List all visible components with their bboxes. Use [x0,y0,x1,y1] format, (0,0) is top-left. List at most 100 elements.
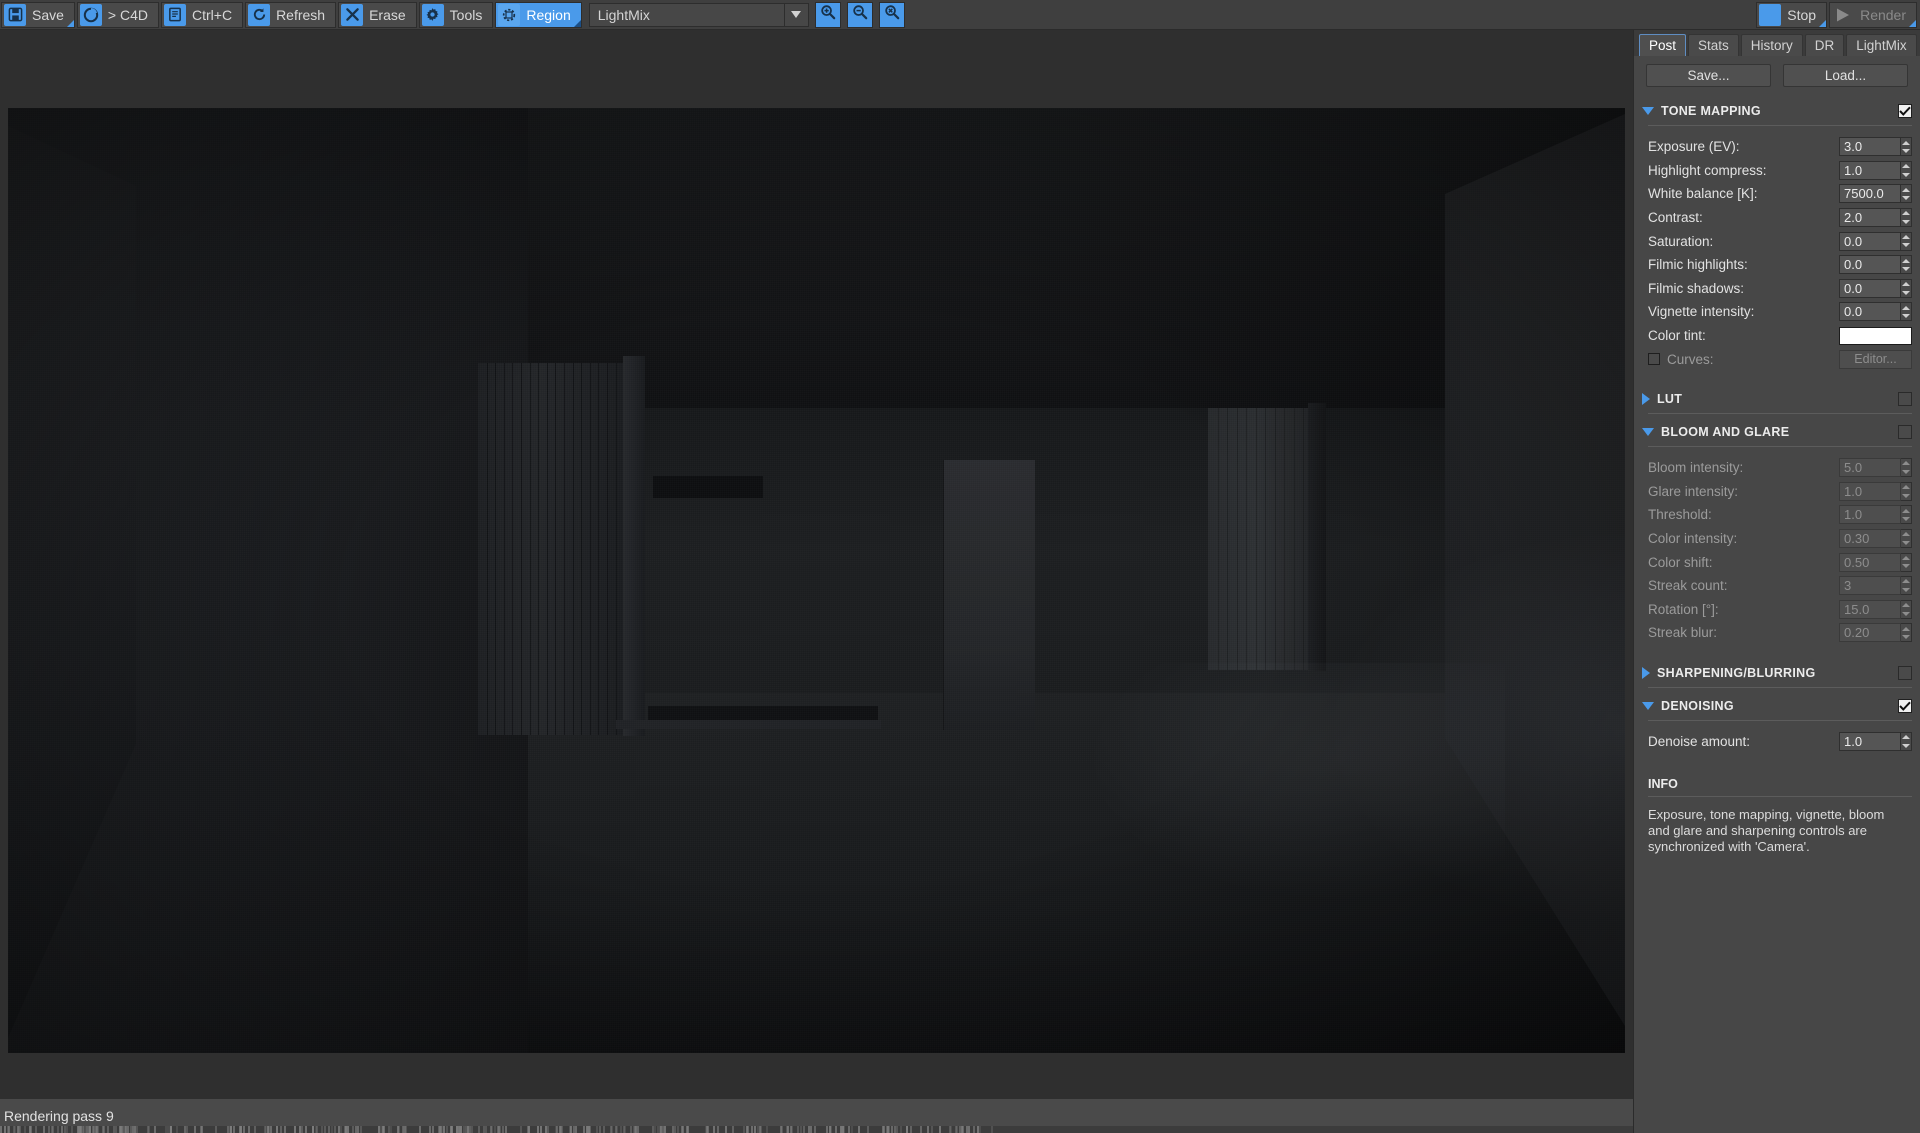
render-viewport[interactable] [0,30,1633,1099]
highlight-compress-input[interactable]: 1.0 [1839,160,1901,180]
region-button[interactable]: Region [495,1,582,28]
streak-count-stepper[interactable] [1901,576,1912,596]
contrast-input[interactable]: 2.0 [1839,208,1901,228]
progress-tick [81,1126,84,1133]
color-tint-swatch[interactable] [1839,326,1912,345]
progress-tick [654,1126,657,1133]
progress-tick [432,1126,435,1133]
progress-tick [107,1126,110,1133]
progress-tick [383,1126,386,1133]
section-header-denoising[interactable]: DENOISING [1634,693,1920,715]
tab-history[interactable]: History [1740,34,1803,56]
tab-dr[interactable]: DR [1804,34,1845,56]
section-enable-checkbox[interactable] [1898,104,1912,118]
progress-tick [848,1126,851,1133]
highlight-compress-stepper[interactable] [1901,160,1912,180]
vignette-intensity-stepper[interactable] [1901,302,1912,322]
zoom-in-button[interactable] [814,1,841,28]
erase-button[interactable]: Erase [338,1,417,28]
setting-label: White balance [K]: [1648,186,1758,202]
section-enable-checkbox[interactable] [1898,424,1912,439]
color-shift-input[interactable]: 0.50 [1839,552,1901,572]
vignette-intensity-input[interactable]: 0.0 [1839,302,1901,322]
tab-stats[interactable]: Stats [1688,34,1739,56]
filmic-shadows-stepper[interactable] [1901,278,1912,298]
progress-tick [275,1126,278,1133]
tab-lightmix[interactable]: LightMix [1846,34,1917,56]
white-balance-k-stepper[interactable] [1901,184,1912,204]
setting-label: Glare intensity: [1648,483,1739,499]
filmic-highlights-input[interactable]: 0.0 [1839,255,1901,275]
progress-tick [906,1126,909,1133]
rendered-image[interactable] [8,108,1625,1053]
zoom-out-button[interactable] [846,1,873,28]
progress-tick [674,1126,677,1133]
section-header-lut[interactable]: LUT [1634,386,1920,408]
render-button[interactable]: Render [1829,1,1917,28]
rotation-stepper[interactable] [1901,599,1912,619]
filmic-highlights-stepper[interactable] [1901,255,1912,275]
threshold-input[interactable]: 1.0 [1839,505,1901,525]
white-balance-k-input[interactable]: 7500.0 [1839,184,1901,204]
erase-button-label: Erase [369,6,406,23]
filmic-shadows-input[interactable]: 0.0 [1839,278,1901,298]
tab-post[interactable]: Post [1639,34,1687,56]
streak-blur-stepper[interactable] [1901,623,1912,643]
send-to-c4d-button[interactable]: > C4D [76,1,159,28]
streak-blur-input[interactable]: 0.20 [1839,623,1901,643]
contrast-stepper[interactable] [1901,208,1912,228]
section-enable-checkbox[interactable] [1898,391,1912,406]
zoom-reset-button[interactable] [878,1,905,28]
preset-load-button[interactable]: Load... [1783,64,1908,87]
section-spacer-bottom [1634,645,1920,655]
saturation-input[interactable]: 0.0 [1839,231,1901,251]
render-pass-combo-value: LightMix [597,6,650,23]
stop-button[interactable]: Stop [1756,1,1828,28]
section-header-sharpening-blurring[interactable]: SHARPENING/BLURRING [1634,660,1920,682]
render-pass-combo[interactable]: LightMix [588,2,785,27]
section-header-bloom-and-glare[interactable]: BLOOM AND GLARE [1634,419,1920,441]
color-intensity-input[interactable]: 0.30 [1839,529,1901,549]
glare-intensity-stepper[interactable] [1901,481,1912,501]
copy-button[interactable]: Ctrl+C [161,1,244,28]
scene-slat [555,363,557,735]
progress-tick [3,1126,6,1133]
progress-tick [403,1126,406,1133]
progress-tick [536,1126,539,1133]
section-header-tone-mapping[interactable]: TONE MAPPING [1634,98,1920,120]
denoise-amount-input[interactable]: 1.0 [1839,731,1901,751]
exposure-ev-stepper[interactable] [1901,137,1912,157]
progress-tick [330,1126,333,1133]
exposure-ev-input[interactable]: 3.0 [1839,137,1901,157]
glare-intensity-input[interactable]: 1.0 [1839,481,1901,501]
progress-tick [378,1126,381,1133]
triangle-down-icon[interactable] [1642,701,1654,710]
triangle-down-icon[interactable] [1642,427,1654,436]
progress-tick [354,1126,357,1133]
preset-save-button[interactable]: Save... [1646,64,1771,87]
triangle-right-icon[interactable] [1642,666,1650,679]
curves-editor-button[interactable]: Editor... [1839,349,1912,369]
progress-tick [56,1126,59,1133]
refresh-button[interactable]: Refresh [245,1,337,28]
curves-checkbox[interactable] [1648,353,1660,366]
progress-tick [814,1126,817,1133]
threshold-stepper[interactable] [1901,505,1912,525]
tools-button[interactable]: Tools [418,1,494,28]
triangle-down-icon[interactable] [1642,107,1654,115]
denoise-amount-stepper[interactable] [1901,731,1912,751]
save-button[interactable]: Save [1,1,75,28]
section-enable-checkbox[interactable] [1898,665,1912,680]
color-shift-stepper[interactable] [1901,552,1912,572]
rotation-input[interactable]: 15.0 [1839,599,1901,619]
progress-tick [732,1126,735,1133]
chevron-down-icon[interactable] [784,2,809,27]
saturation-stepper[interactable] [1901,231,1912,251]
bloom-intensity-input[interactable]: 5.0 [1839,458,1901,478]
render-button-corner [1909,19,1916,27]
section-enable-checkbox[interactable] [1898,698,1912,713]
color-intensity-stepper[interactable] [1901,529,1912,549]
streak-count-input[interactable]: 3 [1839,576,1901,596]
bloom-intensity-stepper[interactable] [1901,458,1912,478]
triangle-right-icon[interactable] [1642,392,1650,405]
